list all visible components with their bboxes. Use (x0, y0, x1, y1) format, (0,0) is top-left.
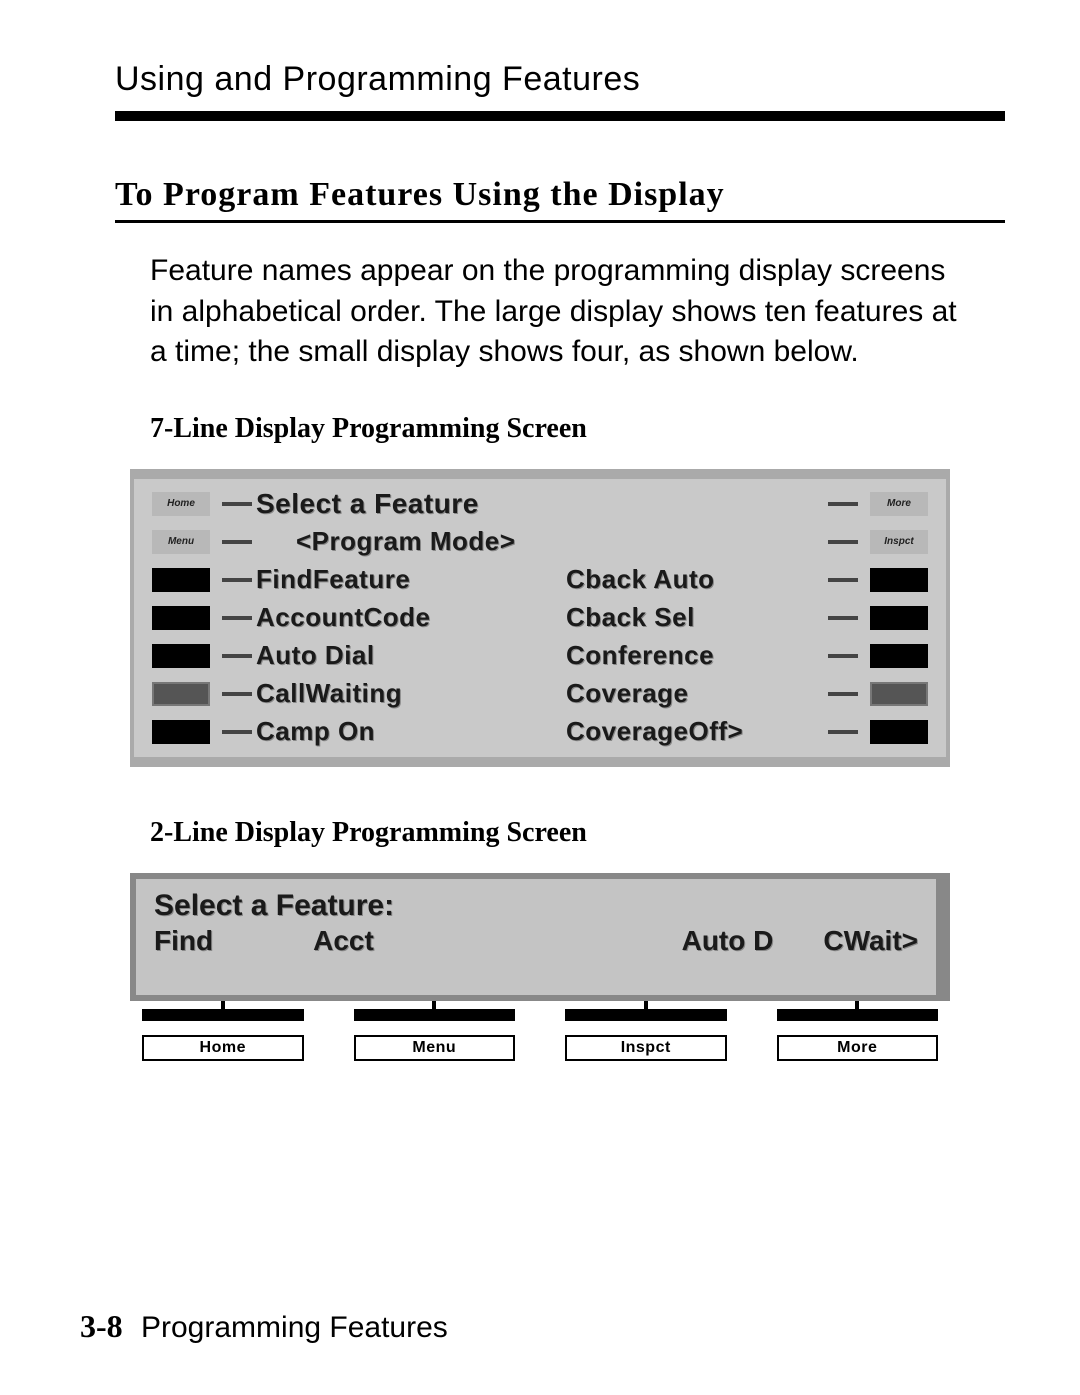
softkey-strip (142, 1009, 938, 1021)
side-button (870, 682, 928, 706)
section-title: To Program Features Using the Display (115, 176, 1000, 214)
connector (222, 654, 252, 658)
d7-title: Select a Feature (256, 488, 824, 520)
d2-title: Select a Feature: (154, 889, 918, 923)
side-label-more: More (870, 492, 928, 516)
softkey-labels: Home Menu Inspct More (142, 1035, 938, 1061)
feature-right: Coverage (566, 678, 689, 709)
connector (828, 692, 858, 696)
softkey-menu: Menu (354, 1035, 516, 1061)
feature-right: Cback Sel (566, 602, 695, 633)
softkey-bar (354, 1009, 516, 1021)
footer-label: Programming Features (141, 1311, 448, 1344)
page: Using and Programming Features To Progra… (0, 0, 1080, 1395)
connector (222, 578, 252, 582)
display-2line-wrap: Select a Feature: Find Acct Auto D CWait… (130, 873, 950, 1061)
d2-opt: Acct (313, 925, 374, 957)
connector (828, 540, 858, 544)
softkey-bar (142, 1009, 304, 1021)
feature-right: Conference (566, 640, 714, 671)
connector (222, 616, 252, 620)
side-button (152, 606, 210, 630)
d2-opt: Auto D (682, 925, 774, 957)
feature-right: Cback Auto (566, 564, 715, 595)
feature-left: AccountCode (256, 602, 536, 633)
d7-mode: <Program Mode> (256, 526, 824, 557)
softkey-home: Home (142, 1035, 304, 1061)
connector (828, 578, 858, 582)
display-2line: Select a Feature: Find Acct Auto D CWait… (130, 873, 950, 1001)
side-label-inspect: Inspct (870, 530, 928, 554)
section-rule (115, 220, 1005, 223)
display-7line: Home Select a Feature More Menu <Program… (130, 469, 950, 767)
connector (222, 502, 252, 506)
side-label-menu: Menu (152, 530, 210, 554)
side-button (870, 568, 928, 592)
d2-opt: CWait> (823, 925, 918, 957)
side-button (152, 644, 210, 668)
softkey-bar (565, 1009, 727, 1021)
connector (828, 654, 858, 658)
softkey-more: More (777, 1035, 939, 1061)
connector (828, 502, 858, 506)
display7-heading: 7-Line Display Programming Screen (150, 413, 1000, 445)
d2-options: Find Acct Auto D CWait> (154, 925, 918, 957)
feature-left: Camp On (256, 716, 536, 747)
connector (828, 730, 858, 734)
softkey-bar (777, 1009, 939, 1021)
side-label-home: Home (152, 492, 210, 516)
page-number: 3-8 (80, 1308, 123, 1344)
d7-row: Auto Dial Conference (256, 640, 824, 671)
connector (828, 616, 858, 620)
d7-row: CallWaiting Coverage (256, 678, 824, 709)
feature-right: CoverageOff> (566, 716, 743, 747)
intro-paragraph: Feature names appear on the programming … (150, 251, 965, 373)
feature-left: FindFeature (256, 564, 536, 595)
display2-heading: 2-Line Display Programming Screen (150, 817, 1000, 849)
connector (222, 540, 252, 544)
softkey-inspct: Inspct (565, 1035, 727, 1061)
d7-row: FindFeature Cback Auto (256, 564, 824, 595)
feature-left: CallWaiting (256, 678, 536, 709)
d2-opt: Find (154, 925, 213, 957)
side-button (870, 644, 928, 668)
connector (222, 692, 252, 696)
side-button (870, 720, 928, 744)
d7-row: Camp On CoverageOff> (256, 716, 824, 747)
side-button (870, 606, 928, 630)
header-rule (115, 111, 1005, 121)
side-button (152, 568, 210, 592)
side-button (152, 720, 210, 744)
running-head: Using and Programming Features (115, 60, 1000, 99)
d7-row: AccountCode Cback Sel (256, 602, 824, 633)
feature-left: Auto Dial (256, 640, 536, 671)
page-footer: 3-8 Programming Features (80, 1308, 448, 1345)
connector (222, 730, 252, 734)
side-button (152, 682, 210, 706)
